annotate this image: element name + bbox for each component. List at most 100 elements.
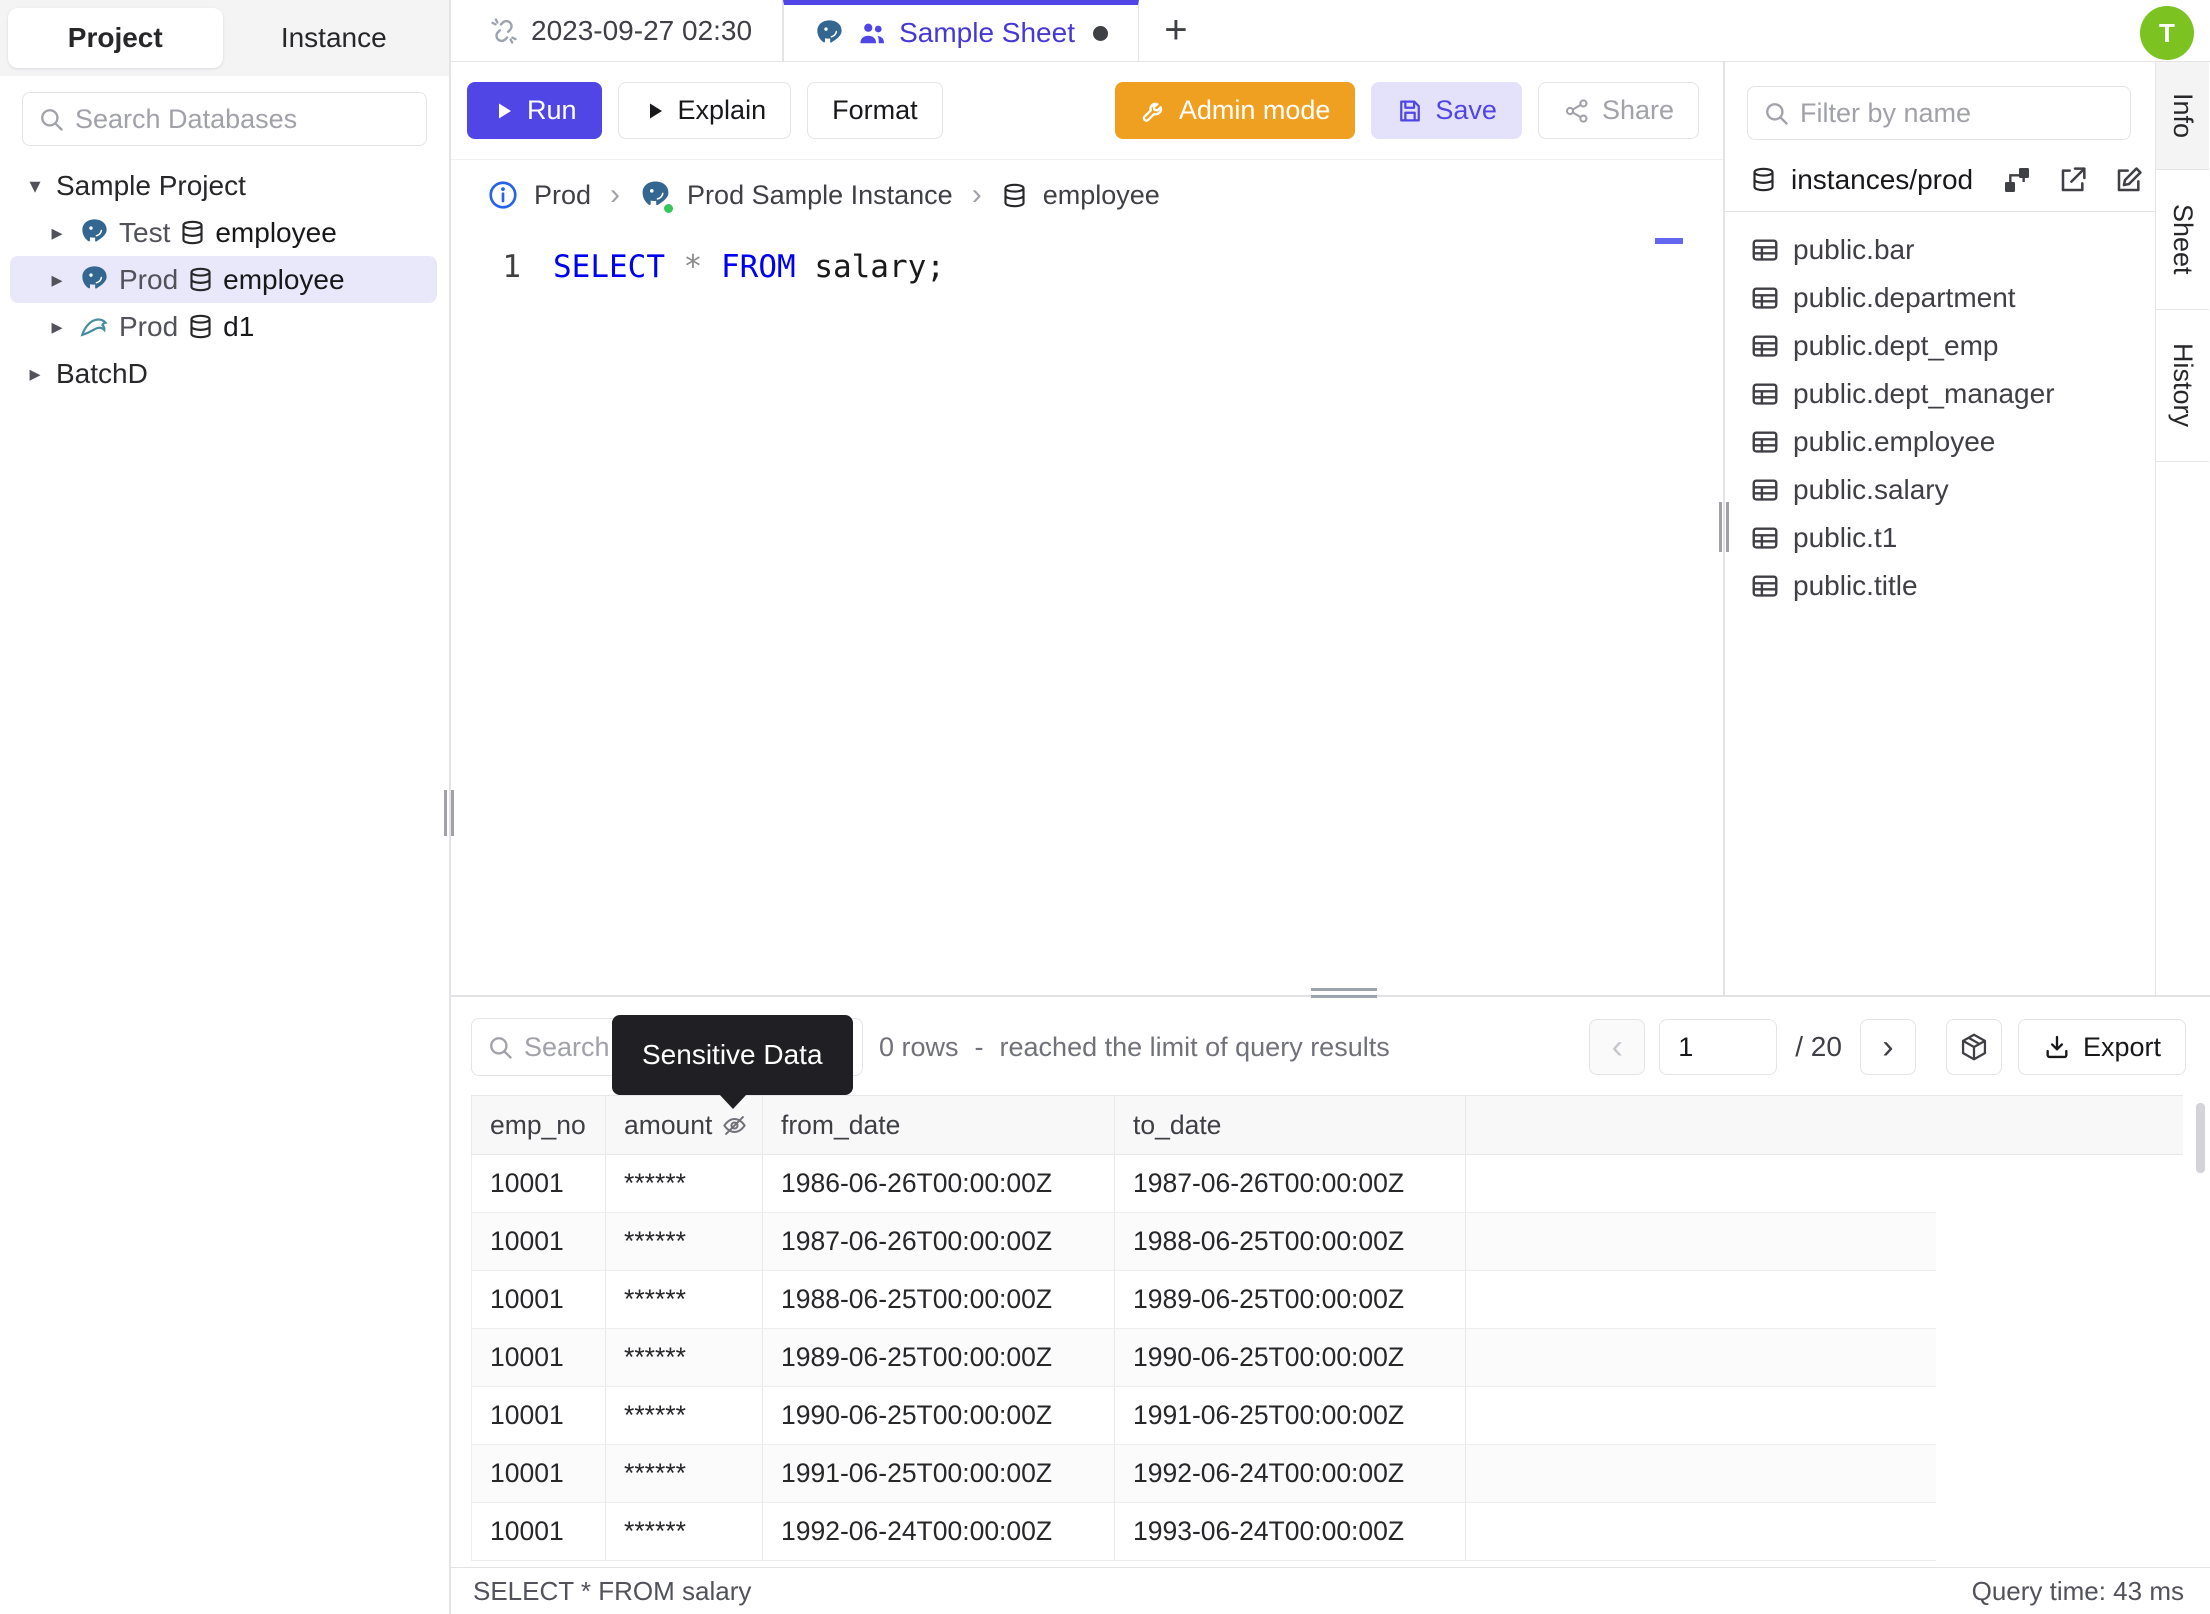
list-item-table[interactable]: public.employee bbox=[1725, 418, 2155, 466]
postgresql-icon bbox=[816, 19, 843, 43]
tree-node-database-selected[interactable]: ▸ Prod employee bbox=[10, 256, 437, 303]
export-label: Export bbox=[2082, 1031, 2161, 1062]
list-item-table[interactable]: public.dept_emp bbox=[1725, 322, 2155, 370]
table-row: 10001 ****** 1986-06-26T00:00:00Z 1987-06-2… bbox=[471, 1155, 1936, 1213]
row-count: 0 rows bbox=[879, 1031, 959, 1062]
sheet-tab-sample-sheet[interactable]: Sample Sheet bbox=[783, 0, 1139, 61]
sidebar-mode-switch: Project Instance bbox=[0, 0, 449, 76]
list-item-table[interactable]: public.department bbox=[1725, 274, 2155, 322]
caret-right-icon[interactable]: ▸ bbox=[44, 314, 70, 340]
sheet-tab-label: 2023-09-27 02:30 bbox=[531, 14, 753, 46]
list-item-table[interactable]: public.bar bbox=[1725, 226, 2155, 274]
table-icon bbox=[1752, 479, 1778, 501]
export-button[interactable]: Export bbox=[2017, 1019, 2186, 1075]
page-input[interactable] bbox=[1659, 1019, 1778, 1075]
header-filler bbox=[1466, 1096, 2183, 1154]
caret-right-icon[interactable]: ▸ bbox=[44, 267, 70, 293]
list-item-table[interactable]: public.salary bbox=[1725, 466, 2155, 514]
tab-info[interactable]: Info bbox=[2156, 62, 2209, 170]
avatar[interactable]: T bbox=[2140, 6, 2194, 60]
sheet-tab-timestamp[interactable]: 2023-09-27 02:30 bbox=[459, 0, 784, 61]
team-icon bbox=[860, 23, 884, 44]
main-area: 2023-09-27 02:30 Sample Sheet + T Run Ex… bbox=[451, 0, 2210, 1614]
caret-right-icon[interactable]: ▸ bbox=[22, 361, 48, 387]
list-item-table[interactable]: public.title bbox=[1725, 562, 2155, 610]
tab-project[interactable]: Project bbox=[8, 8, 223, 68]
tree-node-database[interactable]: ▸ Test employee bbox=[10, 209, 437, 256]
format-label: Format bbox=[832, 95, 918, 125]
editor-toolbar: Run Explain Format Admin mode Save Share bbox=[451, 62, 1723, 160]
editor-pane: Run Explain Format Admin mode Save Share… bbox=[451, 62, 1729, 995]
content-row: Run Explain Format Admin mode Save Share… bbox=[451, 62, 2210, 995]
breadcrumb-instance[interactable]: Prod Sample Instance bbox=[687, 180, 953, 211]
mysql-icon bbox=[81, 318, 107, 336]
tree-node-database[interactable]: ▸ Prod d1 bbox=[10, 303, 437, 350]
share-button[interactable]: Share bbox=[1537, 82, 1699, 139]
minimap-cursor-mark bbox=[1655, 238, 1683, 244]
database-search-input[interactable] bbox=[75, 103, 412, 135]
explain-label: Explain bbox=[677, 95, 767, 125]
new-tab-button[interactable]: + bbox=[1153, 0, 1199, 61]
column-header-from-date[interactable]: from_date bbox=[763, 1096, 1115, 1154]
info-icon[interactable] bbox=[487, 179, 519, 211]
column-header-to-date[interactable]: to_date bbox=[1115, 1096, 1466, 1154]
sql-editor[interactable]: 1 SELECT * FROM salary; bbox=[451, 230, 1723, 995]
tab-sheet[interactable]: Sheet bbox=[2156, 170, 2209, 310]
environment-label: Prod bbox=[119, 263, 179, 295]
postgresql-icon bbox=[81, 218, 108, 243]
run-button[interactable]: Run bbox=[467, 82, 602, 139]
search-icon bbox=[41, 109, 63, 131]
database-label: d1 bbox=[223, 310, 255, 342]
save-button[interactable]: Save bbox=[1371, 82, 1522, 139]
format-button[interactable]: Format bbox=[807, 82, 943, 139]
executed-query: SELECT * FROM salary bbox=[473, 1575, 752, 1606]
table-filter-input[interactable] bbox=[1800, 97, 2116, 129]
results-panel: 0 rows - reached the limit of query resu… bbox=[451, 988, 2210, 1567]
batchd-label: BatchD bbox=[56, 357, 148, 389]
edit-schema-icon[interactable] bbox=[2113, 164, 2145, 196]
caret-down-icon[interactable]: ▾ bbox=[22, 173, 48, 199]
run-label: Run bbox=[527, 95, 577, 125]
tab-instance[interactable]: Instance bbox=[227, 8, 442, 68]
sql-code: SELECT * FROM salary; bbox=[553, 249, 945, 285]
database-label: employee bbox=[215, 216, 337, 248]
database-icon bbox=[182, 220, 203, 245]
database-icon bbox=[190, 314, 211, 339]
unlink-icon bbox=[491, 17, 517, 44]
schema-diagram-icon[interactable] bbox=[2001, 164, 2033, 196]
breadcrumb-database[interactable]: employee bbox=[1043, 180, 1160, 211]
table-filter bbox=[1747, 86, 2131, 140]
results-scrollbar[interactable] bbox=[2196, 1103, 2205, 1173]
results-resize-handle[interactable] bbox=[1311, 988, 1377, 998]
code-line: 1 SELECT * FROM salary; bbox=[451, 246, 1723, 288]
table-icon bbox=[1752, 575, 1778, 597]
breadcrumb-env[interactable]: Prod bbox=[534, 180, 591, 211]
prev-page-button[interactable]: ‹ bbox=[1589, 1019, 1646, 1075]
tab-history[interactable]: History bbox=[2156, 310, 2209, 462]
eye-off-icon[interactable] bbox=[721, 1112, 748, 1139]
tooltip-caret bbox=[719, 1094, 747, 1109]
admin-mode-button[interactable]: Admin mode bbox=[1114, 82, 1356, 139]
column-header-emp-no[interactable]: emp_no bbox=[472, 1096, 606, 1154]
table-row: 10001 ****** 1991-06-25T00:00:00Z 1992-06-2… bbox=[471, 1445, 1936, 1503]
sidebar-resize-handle[interactable] bbox=[444, 790, 456, 836]
table-icon bbox=[1752, 239, 1778, 261]
explain-button[interactable]: Explain bbox=[617, 82, 792, 139]
tree-node-project[interactable]: ▾ Sample Project bbox=[0, 162, 449, 209]
save-icon bbox=[1400, 100, 1421, 121]
schema-path: instances/prod bbox=[1791, 163, 1974, 195]
table-icon bbox=[1752, 527, 1778, 549]
tree-node-batchd[interactable]: ▸ BatchD bbox=[0, 350, 449, 397]
share-icon bbox=[1565, 98, 1588, 123]
caret-right-icon[interactable]: ▸ bbox=[44, 220, 70, 246]
chevron-right-icon: › bbox=[610, 178, 621, 211]
breadcrumb: Prod › Prod Sample Instance › employee bbox=[451, 160, 1723, 230]
panel-resize-handle[interactable] bbox=[1719, 502, 1731, 552]
database-search bbox=[22, 92, 427, 146]
table-icon bbox=[1752, 431, 1778, 453]
list-item-table[interactable]: public.dept_manager bbox=[1725, 370, 2155, 418]
external-link-icon[interactable] bbox=[2057, 164, 2089, 196]
visualize-button[interactable] bbox=[1945, 1019, 2002, 1075]
next-page-button[interactable]: › bbox=[1859, 1019, 1916, 1075]
list-item-table[interactable]: public.t1 bbox=[1725, 514, 2155, 562]
